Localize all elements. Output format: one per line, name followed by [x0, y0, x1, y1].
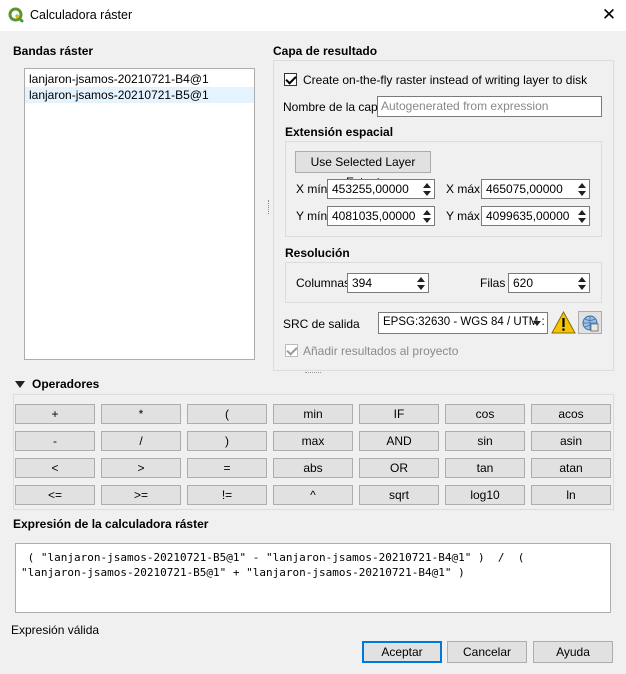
op-button[interactable]: sqrt [359, 485, 439, 505]
resolution-title: Resolución [285, 246, 350, 260]
op-button[interactable]: cos [445, 404, 525, 424]
op-button[interactable]: < [15, 458, 95, 478]
rows-spin-arrows[interactable] [575, 274, 589, 292]
op-button[interactable]: AND [359, 431, 439, 451]
onfly-row[interactable] [284, 73, 297, 89]
list-item[interactable]: lanjaron-jsamos-20210721-B4@1 [25, 71, 254, 87]
add-results-row[interactable] [285, 344, 298, 360]
expression-title: Expresión de la calculadora ráster [13, 517, 209, 531]
op-button[interactable]: ( [187, 404, 267, 424]
collapse-arrow-icon[interactable] [15, 381, 25, 388]
crs-globe-icon [582, 315, 599, 332]
op-button[interactable]: sin [445, 431, 525, 451]
expression-editor[interactable]: ( "lanjaron-jsamos-20210721-B5@1" - "lan… [15, 543, 611, 613]
extent-title: Extensión espacial [285, 125, 394, 139]
xmax-label: X máx [446, 182, 481, 196]
op-button[interactable]: atan [531, 458, 611, 478]
op-button[interactable]: * [101, 404, 181, 424]
ymin-label: Y mín [296, 209, 328, 223]
onfly-checkbox[interactable] [284, 73, 297, 86]
bands-title: Bandas ráster [13, 44, 94, 58]
op-button[interactable]: > [101, 458, 181, 478]
warning-icon[interactable] [551, 311, 576, 334]
op-button[interactable]: = [187, 458, 267, 478]
ymin-spinbox[interactable]: 4081035,00000 [327, 206, 435, 226]
xmin-label: X mín [296, 182, 328, 196]
ymax-spinbox[interactable]: 4099635,00000 [481, 206, 590, 226]
rows-value: 620 [513, 276, 534, 290]
splitter-handle[interactable] [268, 200, 270, 214]
ymin-spin-arrows[interactable] [420, 207, 434, 225]
crs-combo[interactable]: EPSG:32630 - WGS 84 / UTM : [378, 312, 548, 334]
op-button[interactable]: IF [359, 404, 439, 424]
cols-value: 394 [352, 276, 373, 290]
layer-name-placeholder: Autogenerated from expression [381, 99, 549, 113]
xmax-spinbox[interactable]: 465075,00000 [481, 179, 590, 199]
xmax-spin-arrows[interactable] [575, 180, 589, 198]
layer-name-label: Nombre de la capa [283, 100, 385, 114]
op-button[interactable]: acos [531, 404, 611, 424]
op-button[interactable]: ) [187, 431, 267, 451]
qgis-logo-icon [8, 7, 24, 23]
bands-list[interactable]: lanjaron-jsamos-20210721-B4@1 lanjaron-j… [24, 68, 255, 360]
op-button[interactable]: / [101, 431, 181, 451]
add-results-label: Añadir resultados al proyecto [303, 344, 459, 358]
cols-spinbox[interactable]: 394 [347, 273, 429, 293]
op-button[interactable]: abs [273, 458, 353, 478]
expression-line-1: ( "lanjaron-jsamos-20210721-B5@1" - "lan… [21, 551, 525, 564]
op-button[interactable]: max [273, 431, 353, 451]
close-icon[interactable]: ✕ [597, 4, 621, 26]
op-button[interactable]: ^ [273, 485, 353, 505]
op-button[interactable]: ln [531, 485, 611, 505]
op-button[interactable]: + [15, 404, 95, 424]
use-selected-extent-button[interactable]: Use Selected Layer Extent [295, 151, 431, 189]
ymax-spin-arrows[interactable] [575, 207, 589, 225]
op-button[interactable]: OR [359, 458, 439, 478]
operators-title[interactable]: Operadores [32, 377, 99, 391]
crs-select-button[interactable] [578, 311, 602, 334]
op-button[interactable]: != [187, 485, 267, 505]
op-button[interactable]: <= [15, 485, 95, 505]
cols-label: Columnas [296, 276, 351, 290]
op-button[interactable]: asin [531, 431, 611, 451]
cancel-button[interactable]: Cancelar [447, 641, 527, 663]
crs-label: SRC de salida [283, 317, 360, 331]
op-button[interactable]: - [15, 431, 95, 451]
xmax-value: 465075,00000 [486, 182, 563, 196]
accept-button[interactable]: Aceptar [362, 641, 442, 663]
title-bar: Calculadora ráster ✕ [0, 0, 626, 31]
op-button[interactable]: min [273, 404, 353, 424]
help-button[interactable]: Ayuda [533, 641, 613, 663]
op-button[interactable]: log10 [445, 485, 525, 505]
splitter-handle[interactable] [305, 372, 321, 374]
rows-spinbox[interactable]: 620 [508, 273, 590, 293]
result-title: Capa de resultado [273, 44, 378, 58]
list-item[interactable]: lanjaron-jsamos-20210721-B5@1 [25, 87, 254, 103]
rows-label: Filas [480, 276, 506, 290]
ymin-value: 4081035,00000 [332, 209, 416, 223]
xmin-spin-arrows[interactable] [420, 180, 434, 198]
expression-line-2: "lanjaron-jsamos-20210721-B5@1" + "lanja… [21, 566, 465, 579]
ymax-label: Y máx [446, 209, 480, 223]
op-button[interactable]: tan [445, 458, 525, 478]
expression-status: Expresión válida [11, 623, 100, 637]
crs-value: EPSG:32630 - WGS 84 / UTM : [383, 316, 545, 328]
xmin-value: 453255,00000 [332, 182, 409, 196]
layer-name-input[interactable]: Autogenerated from expression [377, 96, 602, 117]
onfly-label: Create on-the-fly raster instead of writ… [303, 73, 588, 87]
ymax-value: 4099635,00000 [486, 209, 570, 223]
cols-spin-arrows[interactable] [414, 274, 428, 292]
op-button[interactable]: >= [101, 485, 181, 505]
xmin-spinbox[interactable]: 453255,00000 [327, 179, 435, 199]
add-results-checkbox[interactable] [285, 344, 298, 357]
window-title: Calculadora ráster [30, 8, 133, 22]
chevron-down-icon [533, 321, 541, 326]
